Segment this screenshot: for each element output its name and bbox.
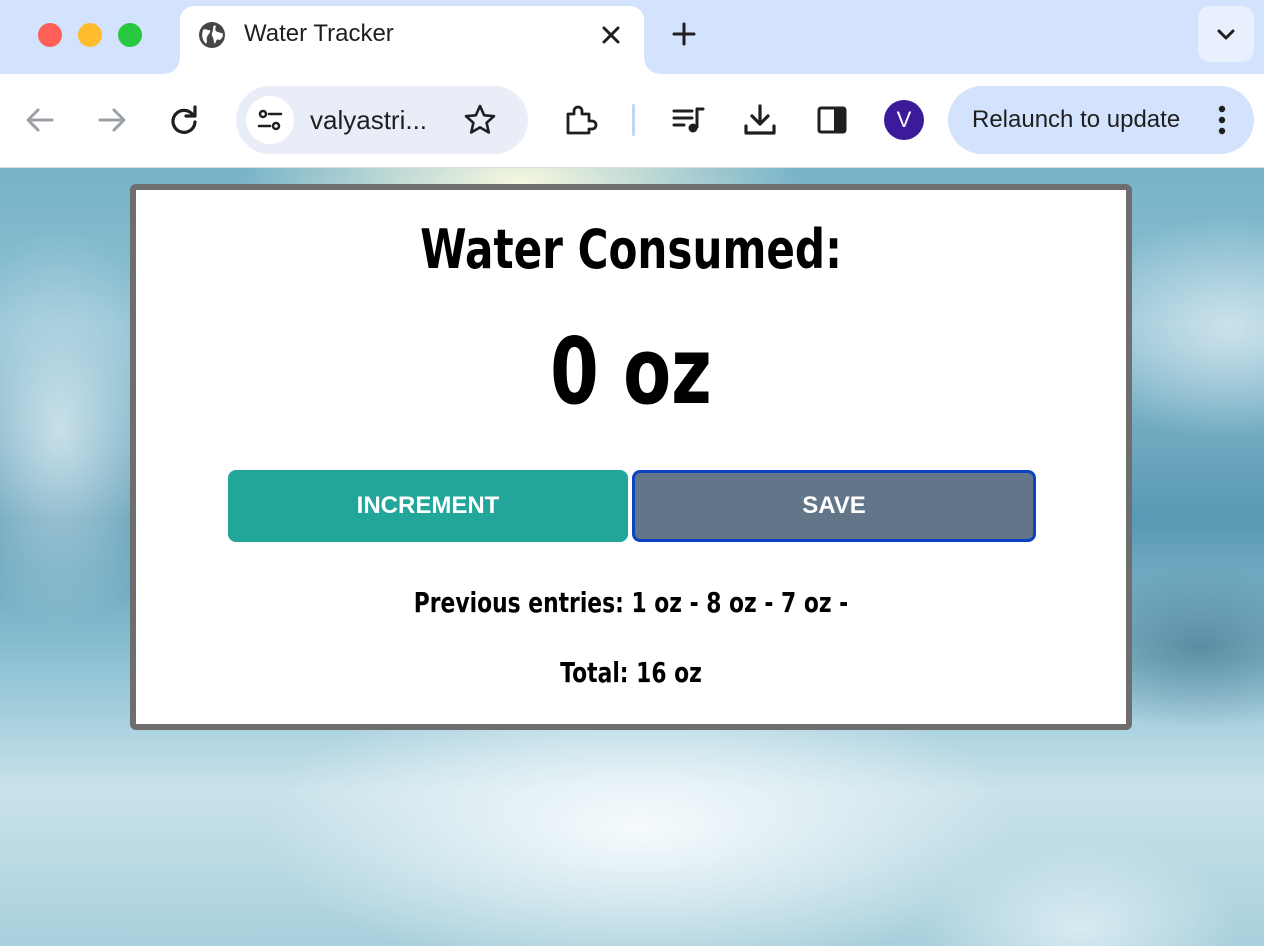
tab-title: Water Tracker <box>244 20 394 47</box>
close-tab-icon[interactable] <box>598 22 624 48</box>
maximize-window-button[interactable] <box>118 23 142 47</box>
minimize-window-button[interactable] <box>78 23 102 47</box>
bookmark-star-icon[interactable] <box>462 102 498 138</box>
forward-icon[interactable] <box>94 102 130 138</box>
side-panel-icon[interactable] <box>814 102 850 138</box>
address-bar[interactable]: valyastri... <box>236 86 528 154</box>
media-queue-icon[interactable] <box>670 102 706 138</box>
increment-button[interactable]: INCREMENT <box>228 470 628 542</box>
back-icon[interactable] <box>22 102 58 138</box>
tab-strip: Water Tracker <box>0 0 1264 74</box>
previous-entries-text: Previous entries: 1 oz - 8 oz - 7 oz - <box>413 586 849 619</box>
tab-search-button[interactable] <box>1198 6 1254 62</box>
water-tracker-card: Water Consumed: 0 oz INCREMENT SAVE Prev… <box>130 184 1132 730</box>
save-button[interactable]: SAVE <box>632 470 1036 542</box>
tune-icon <box>257 109 283 131</box>
new-tab-icon[interactable] <box>670 20 698 48</box>
tab-water-tracker[interactable]: Water Tracker <box>164 6 660 74</box>
water-amount: 0 oz <box>550 318 712 425</box>
page-title: Water Consumed: <box>420 218 842 281</box>
site-settings-button[interactable] <box>246 96 294 144</box>
browser-toolbar: valyastri... V Relaunch to update <box>0 74 1264 168</box>
total-text: Total: 16 oz <box>560 656 702 689</box>
relaunch-label: Relaunch to update <box>972 106 1181 133</box>
extensions-icon[interactable] <box>562 102 598 138</box>
url-text[interactable]: valyastri... <box>310 106 427 134</box>
page-viewport: Water Consumed: 0 oz INCREMENT SAVE Prev… <box>0 168 1264 946</box>
reload-icon[interactable] <box>166 102 202 138</box>
relaunch-to-update-button[interactable]: Relaunch to update <box>948 86 1254 154</box>
close-window-button[interactable] <box>38 23 62 47</box>
downloads-icon[interactable] <box>742 102 778 138</box>
globe-icon <box>199 22 225 48</box>
profile-avatar[interactable]: V <box>884 100 924 140</box>
toolbar-divider <box>632 104 635 136</box>
chevron-down-icon <box>1217 29 1235 40</box>
more-options-icon[interactable] <box>1204 102 1240 138</box>
